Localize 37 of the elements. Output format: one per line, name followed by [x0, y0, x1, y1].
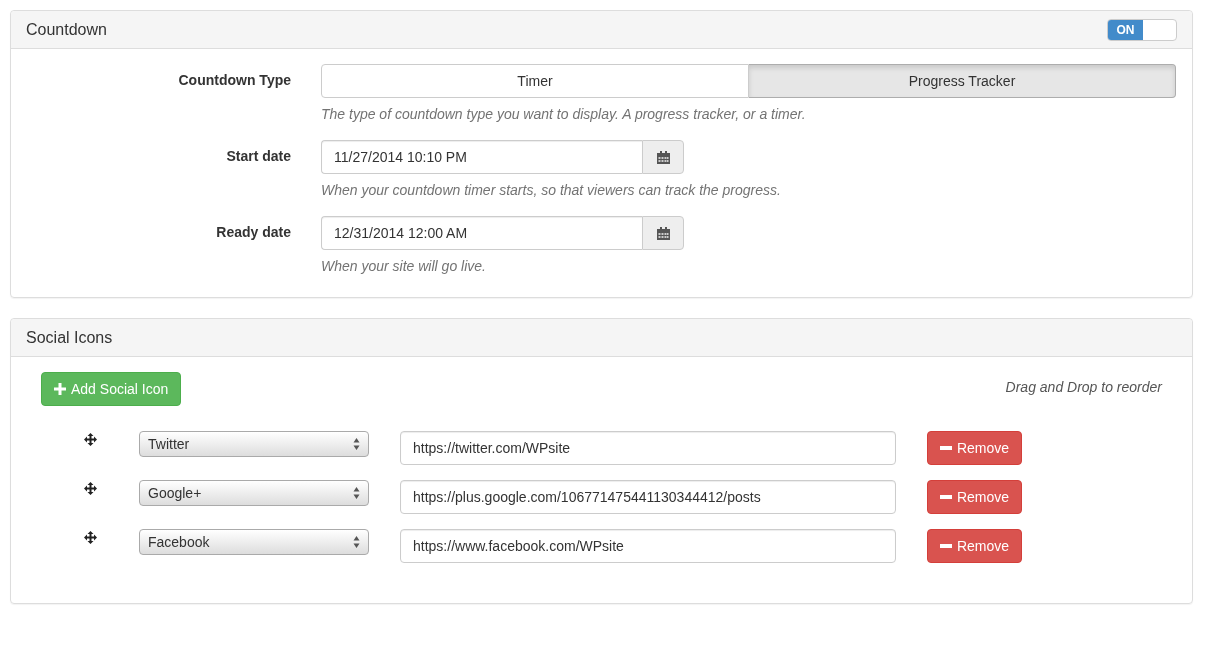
minus-icon — [939, 495, 952, 499]
hint-text: Drag and Drop to reorder — [1005, 379, 1162, 395]
field-label: Ready date — [215, 223, 291, 242]
field-label: Start date — [225, 147, 291, 166]
calendar-button[interactable] — [642, 140, 684, 174]
move-icon — [83, 433, 97, 446]
toggle-switch[interactable]: ON — [1107, 18, 1177, 41]
url-field[interactable]: https://www.facebook.com/WPsite — [400, 529, 896, 563]
remove-button[interactable]: Remove — [927, 480, 1022, 514]
help-text: When your site will go live. — [321, 258, 486, 274]
minus-icon — [939, 446, 952, 450]
calendar-button[interactable] — [642, 216, 684, 250]
up-down-arrows-icon — [353, 437, 360, 451]
help-text: When your countdown timer starts, so that viewers can track the progress. — [321, 182, 781, 198]
minus-icon — [939, 544, 952, 548]
date-field[interactable]: 12/31/2014 12:00 AM — [321, 216, 642, 250]
plus-icon — [54, 383, 66, 395]
up-down-arrows-icon — [353, 535, 360, 549]
network-select[interactable]: Google+ — [139, 480, 369, 506]
field-label: Countdown Type — [177, 71, 291, 90]
url-field[interactable]: https://twitter.com/WPsite — [400, 431, 896, 465]
help-text: The type of countdown type you want to display. A progress tracker, or a timer. — [321, 106, 806, 122]
move-icon — [83, 482, 97, 495]
segment-button[interactable]: Timer — [321, 64, 749, 98]
move-icon — [83, 531, 97, 544]
date-field[interactable]: 11/27/2014 10:10 PM — [321, 140, 642, 174]
panel-title: Countdown — [26, 20, 107, 39]
remove-button[interactable]: Remove — [927, 431, 1022, 465]
calendar-icon — [656, 226, 670, 240]
segment-button[interactable]: Progress Tracker — [749, 64, 1176, 98]
panel-title: Social Icons — [26, 328, 113, 347]
network-select[interactable]: Twitter — [139, 431, 369, 457]
up-down-arrows-icon — [353, 486, 360, 500]
network-select[interactable]: Facebook — [139, 529, 369, 555]
url-field[interactable]: https://plus.google.com/106771475441130344412/posts — [400, 480, 896, 514]
remove-button[interactable]: Remove — [927, 529, 1022, 563]
calendar-icon — [656, 150, 670, 164]
